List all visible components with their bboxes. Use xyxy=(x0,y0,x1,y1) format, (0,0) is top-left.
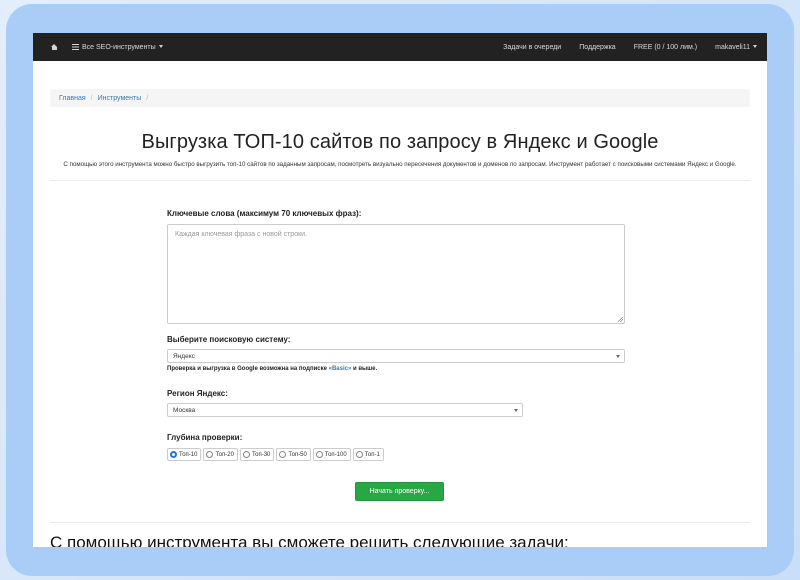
chevron-down-icon xyxy=(158,44,163,48)
region-select-value: Москва xyxy=(173,406,196,414)
radio-icon xyxy=(315,451,323,458)
breadcrumb-separator: / xyxy=(146,94,149,102)
user-name: makaveli11 xyxy=(715,43,750,51)
engine-label: Выберите поисковую систему: xyxy=(167,335,291,344)
tools-menu-label: Все SEO-инструменты xyxy=(82,43,156,51)
engine-select[interactable]: Яндекс xyxy=(167,349,625,363)
radio-icon xyxy=(206,451,214,458)
depth-option-top30[interactable]: Топ-30 xyxy=(239,448,275,461)
divider xyxy=(50,180,750,181)
region-select[interactable]: Москва xyxy=(167,403,523,417)
engine-help: Проверка и выгрузка в Google возможна на… xyxy=(167,366,625,372)
radio-icon xyxy=(355,451,363,458)
support-link[interactable]: Поддержка xyxy=(579,44,616,51)
keywords-group: Ключевые слова (максимум 70 ключевых фра… xyxy=(167,209,625,324)
engine-help-suffix: и выше. xyxy=(351,366,378,372)
depth-label: Глубина проверки: xyxy=(167,433,243,442)
depth-option-top50[interactable]: Топ-50 xyxy=(276,448,311,461)
breadcrumb-home[interactable]: Главная xyxy=(59,95,86,102)
depth-radio-group: Топ-10 Топ-20 Топ-30 Топ-50 Топ-100 Топ-… xyxy=(167,448,625,461)
page-title: Выгрузка ТОП-10 сайтов по запросу в Янде… xyxy=(141,131,659,153)
queue-link[interactable]: Задачи в очереди xyxy=(503,44,561,51)
radio-selected-icon xyxy=(170,451,177,458)
depth-option-top10[interactable]: Топ-10 xyxy=(167,448,202,461)
list-icon xyxy=(72,43,79,50)
engine-select-value: Яндекс xyxy=(173,352,195,360)
depth-option-label: Топ-50 xyxy=(288,451,307,458)
chevron-down-icon xyxy=(616,355,620,358)
keywords-label: Ключевые слова (максимум 70 ключевых фра… xyxy=(167,209,362,218)
depth-option-top100[interactable]: Топ-100 xyxy=(312,448,351,461)
chevron-down-icon xyxy=(753,44,757,48)
keywords-textarea[interactable]: Каждая ключевая фраза с новой строки. xyxy=(167,224,625,324)
depth-option-top20[interactable]: Топ-20 xyxy=(203,448,238,461)
depth-option-label: Топ-10 xyxy=(179,451,198,458)
engine-help-prefix: Проверка и выгрузка в Google возможна на… xyxy=(167,366,329,372)
top-navbar: Все SEO-инструменты Задачи в очереди Под… xyxy=(33,33,767,61)
breadcrumb: Главная / Инструменты / xyxy=(50,89,750,107)
tools-menu[interactable]: Все SEO-инструменты xyxy=(72,43,163,51)
home-icon[interactable] xyxy=(51,43,58,51)
keywords-placeholder: Каждая ключевая фраза с новой строки. xyxy=(175,231,308,238)
engine-help-plan[interactable]: «Basic» xyxy=(329,366,352,372)
region-label: Регион Яндекс: xyxy=(167,389,228,398)
breadcrumb-separator: / xyxy=(90,94,93,102)
depth-option-label: Топ-20 xyxy=(215,451,234,458)
divider xyxy=(50,522,750,523)
breadcrumb-tools[interactable]: Инструменты xyxy=(98,95,142,102)
depth-option-label: Топ-100 xyxy=(324,451,347,458)
plan-link[interactable]: FREE (0 / 100 лим.) xyxy=(634,44,697,51)
radio-icon xyxy=(242,451,250,458)
browser-screen: Все SEO-инструменты Задачи в очереди Под… xyxy=(33,33,767,547)
depth-option-top1[interactable]: Топ-1 xyxy=(352,448,384,461)
depth-option-label: Топ-1 xyxy=(364,451,380,458)
chevron-down-icon xyxy=(514,409,518,412)
page-description: С помощью этого инструмента можно быстро… xyxy=(63,161,737,168)
engine-group: Выберите поисковую систему: Яндекс Прове… xyxy=(167,335,625,372)
depth-option-label: Топ-30 xyxy=(251,451,271,458)
depth-group: Глубина проверки: Топ-10 Топ-20 Топ-30 Т… xyxy=(167,433,625,461)
region-group: Регион Яндекс: Москва xyxy=(167,389,523,417)
resize-handle-icon[interactable] xyxy=(618,317,623,322)
features-heading: С помощью инструмента вы сможете решить … xyxy=(50,533,569,547)
radio-icon xyxy=(279,451,287,458)
start-check-button[interactable]: Начать проверку... xyxy=(355,482,444,501)
user-menu[interactable]: makaveli11 xyxy=(715,44,757,51)
